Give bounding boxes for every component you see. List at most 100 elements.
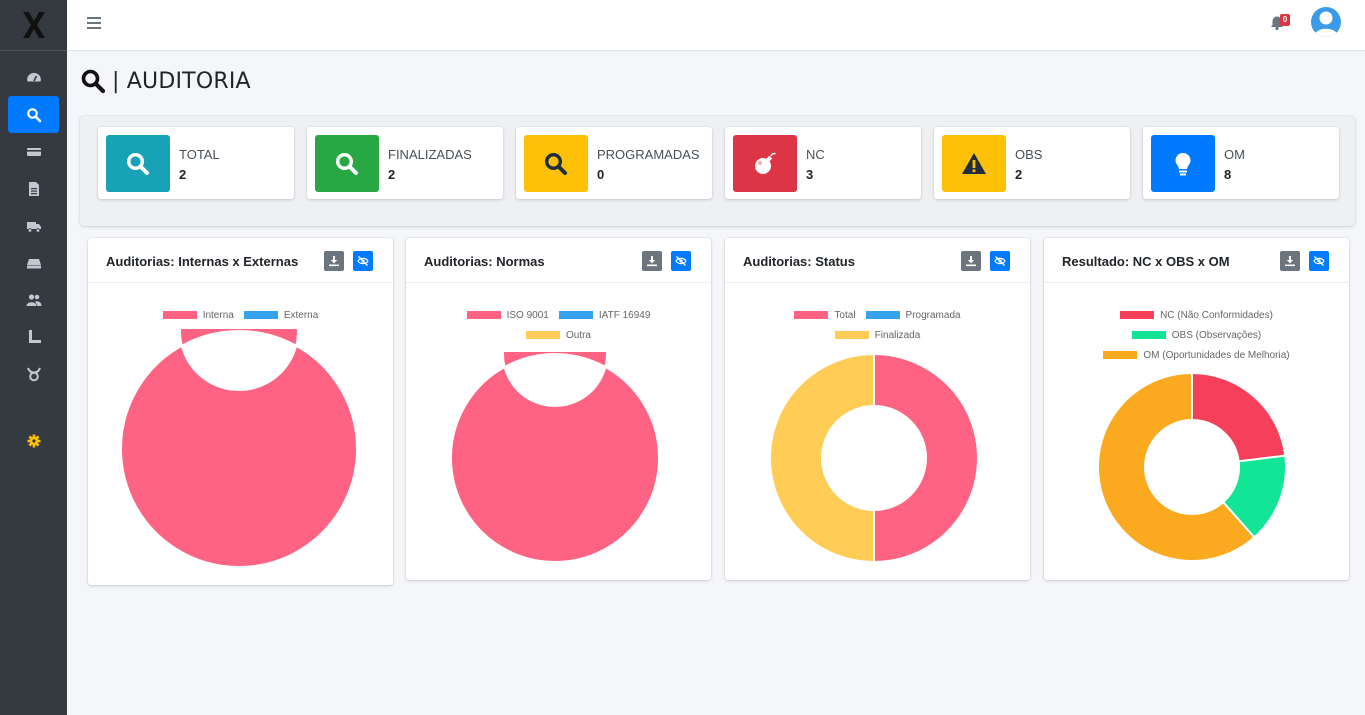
card-title: Resultado: NC x OBS x OM [1062,254,1230,269]
logo-icon [22,12,45,38]
sidebar-item-settings[interactable] [8,422,59,459]
chart-card-status: Auditorias: Status Total Programada Fina… [725,238,1030,580]
legend-item[interactable]: Finalizada [834,329,921,341]
hide-button[interactable] [353,251,373,271]
dashboard-icon [26,72,41,81]
legend-item[interactable]: ISO 9001 [466,309,549,321]
ruler-icon [28,329,41,343]
card-icon [26,147,41,156]
truck-icon [26,221,41,233]
legend-item[interactable]: IATF 16949 [558,310,650,321]
legend-label: Externa [283,309,319,321]
chart-card-resultado: Resultado: NC x OBS x OM NC (Não Conform… [1044,238,1349,580]
sidebar-item-shipping[interactable] [8,207,59,244]
donut-slice-interna[interactable] [120,329,358,568]
sidebar-nav [0,51,67,459]
donut-slice-iso-9001[interactable] [450,352,660,563]
chart-legend: Total Programada Finalizada [725,305,1030,345]
sidebar-item-dashboard[interactable] [8,59,59,96]
sidebar [0,0,67,715]
legend-item[interactable]: Total [794,309,856,321]
user-avatar[interactable] [1311,7,1341,37]
hide-button[interactable] [1309,251,1329,271]
stat-label: TOTAL [179,147,220,162]
stat-icon-box [315,135,379,192]
users-icon [26,293,41,306]
legend-item[interactable]: Outra [525,329,591,341]
user-icon [1314,11,1338,37]
eye-slash-icon [357,256,369,266]
donut-slice-nc-n-o-conformidades[interactable] [1191,371,1287,463]
chart-legend: Interna Externa [88,305,393,325]
sidebar-item-users[interactable] [8,281,59,318]
stat-total[interactable]: TOTAL 2 [98,127,294,199]
legend-label: Total [834,309,856,321]
hide-button[interactable] [990,251,1010,271]
card-title: Auditorias: Internas x Externas [106,254,299,269]
legend-item[interactable]: Externa [243,309,319,321]
menu-toggle-icon[interactable] [87,17,101,31]
download-icon [329,256,339,267]
stat-value: 8 [1224,167,1232,182]
stat-programadas[interactable]: PROGRAMADAS 0 [516,127,712,199]
brand-logo[interactable] [0,0,67,51]
sidebar-item-tray[interactable] [8,244,59,281]
donut-chart [450,352,660,563]
legend-label: Outra [565,329,591,341]
legend-label: NC (Não Conformidades) [1160,309,1273,321]
download-button[interactable] [961,251,981,271]
donut-slice-total[interactable] [873,352,979,564]
chart-legend: ISO 9001 IATF 16949 Outra [406,305,711,345]
stat-obs[interactable]: OBS 2 [934,127,1130,199]
sidebar-item-taurus[interactable] [8,355,59,392]
legend-item[interactable]: OM (Oportunidades de Melhoria) [1103,350,1290,361]
sidebar-item-auditoria[interactable] [8,96,59,133]
sidebar-item-documents[interactable] [8,170,59,207]
stat-nc[interactable]: NC 3 [725,127,921,199]
search-icon [335,152,358,175]
document-icon [28,181,39,196]
eye-slash-icon [994,256,1006,266]
stat-icon-box [942,135,1006,192]
tray-icon [26,258,41,268]
topbar: 0 [67,0,1365,51]
stats-panel: TOTAL 2 FINALIZADAS 2 PROGRAMADAS 0 NC 3… [80,116,1355,226]
legend-label: ISO 9001 [506,309,549,321]
download-button[interactable] [1280,251,1300,271]
stat-value: 2 [388,167,396,182]
warning-icon [962,152,986,174]
legend-item[interactable]: Interna [162,310,234,321]
hide-button[interactable] [671,251,691,271]
stat-value: 2 [1015,167,1023,182]
notification-badge: 0 [1280,14,1290,26]
stat-value: 3 [806,167,814,182]
legend-item[interactable]: NC (Não Conformidades) [1120,310,1273,321]
search-icon [26,107,41,122]
donut-chart [120,329,358,568]
legend-item[interactable]: Programada [865,309,961,321]
legend-item[interactable]: OBS (Observações) [1131,329,1262,341]
legend-label: Finalizada [874,329,921,341]
legend-label: Programada [905,309,961,321]
download-button[interactable] [642,251,662,271]
search-icon [126,152,149,175]
stat-icon-box [1151,135,1215,192]
stat-om[interactable]: OM 8 [1143,127,1339,199]
gear-icon [27,434,40,447]
bomb-icon [755,152,776,174]
sidebar-item-measurements[interactable] [8,318,59,355]
stat-icon-box [524,135,588,192]
card-header: Resultado: NC x OBS x OM [1044,238,1349,283]
sidebar-spacer [0,392,67,422]
donut-slice-finalizada[interactable] [769,352,875,564]
card-title: Auditorias: Status [743,254,855,269]
donut-chart [769,352,979,564]
stat-icon-box [733,135,797,192]
stat-value: 0 [597,167,605,182]
download-icon [966,256,976,267]
sidebar-item-cards[interactable] [8,133,59,170]
download-button[interactable] [324,251,344,271]
legend-label: OBS (Observações) [1171,329,1262,341]
stat-finalizadas[interactable]: FINALIZADAS 2 [307,127,503,199]
chart-card-internas-externas: Auditorias: Internas x Externas Interna … [88,238,393,585]
